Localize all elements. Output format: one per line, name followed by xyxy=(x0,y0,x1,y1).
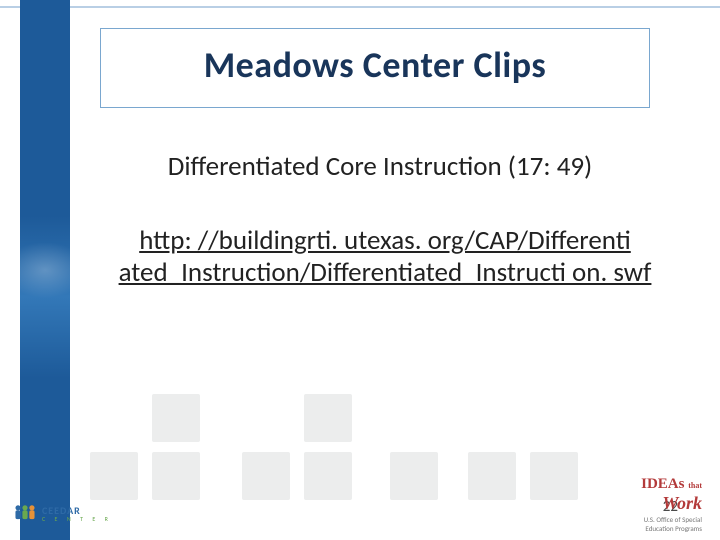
square-icon xyxy=(390,452,438,500)
subtitle-text: Differentiated Core Instruction (17: 49) xyxy=(100,150,660,183)
square-icon xyxy=(152,452,200,500)
ideas-logo-text: IDEAs that Work xyxy=(582,476,702,514)
square-icon xyxy=(90,452,138,500)
square-icon xyxy=(304,394,352,442)
ceedar-text-wrap: CEEDAR C E N T E R xyxy=(42,504,112,523)
decorative-squares xyxy=(90,390,650,500)
square-icon xyxy=(242,452,290,500)
square-icon xyxy=(468,452,516,500)
slide-title: Meadows Center Clips xyxy=(111,43,639,87)
that-word: that xyxy=(688,481,702,490)
ideas-word: IDEAs xyxy=(641,476,684,492)
resource-link[interactable]: http: //buildingrti. utexas. org/CAP/Dif… xyxy=(100,225,670,290)
slide: Meadows Center Clips Differentiated Core… xyxy=(0,0,720,540)
ceedar-logo: CEEDAR C E N T E R xyxy=(12,496,132,530)
square-icon xyxy=(152,394,200,442)
office-line2: Education Programs xyxy=(582,525,702,532)
ceedar-logo-sub: C E N T E R xyxy=(42,515,112,523)
office-line1: U.S. Office of Special xyxy=(582,516,702,523)
square-icon xyxy=(304,452,352,500)
title-box: Meadows Center Clips xyxy=(100,28,650,108)
ideas-that-work-logo: IDEAs that Work U.S. Office of Special E… xyxy=(582,476,702,532)
work-word: Work xyxy=(662,493,702,513)
square-icon xyxy=(530,452,578,500)
top-accent-line xyxy=(0,6,720,8)
people-icon xyxy=(12,502,38,524)
left-blue-band xyxy=(20,0,70,540)
